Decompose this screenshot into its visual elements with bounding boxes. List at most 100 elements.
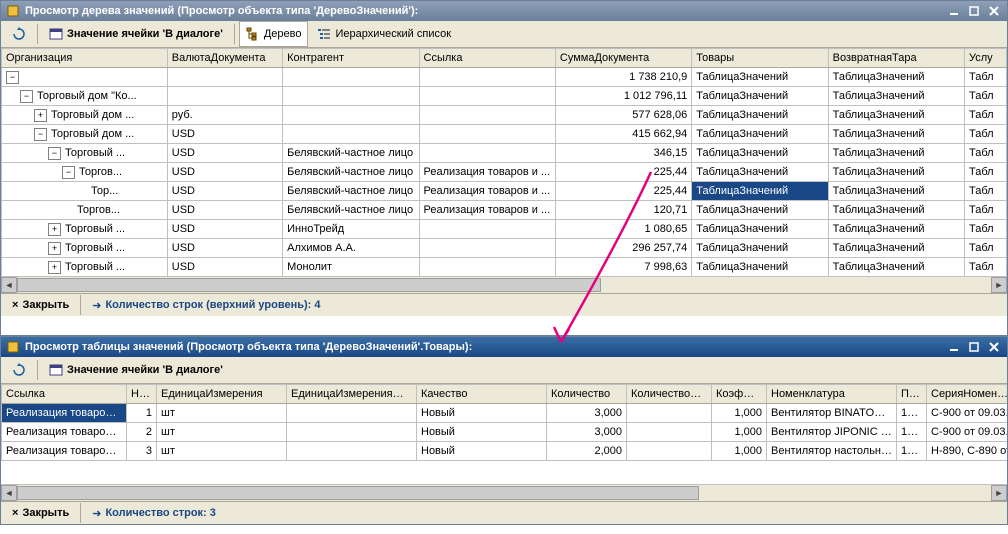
tree-toggle[interactable]: − — [48, 147, 61, 160]
cell-value-button[interactable]: Значение ячейки 'В диалоге' — [42, 357, 230, 383]
tree-toggle[interactable]: + — [48, 242, 61, 255]
row-count-label: Количество строк: 3 — [105, 507, 215, 519]
close-button[interactable] — [985, 3, 1003, 19]
row-count-button[interactable]: ➜ Количество строк (верхний уровень): 4 — [85, 296, 327, 315]
table-row[interactable]: −Торговый дом ...USD415 662,94ТаблицаЗна… — [2, 125, 1007, 144]
tree-toggle[interactable]: − — [34, 128, 47, 141]
column-header[interactable]: Номенклатура — [767, 385, 897, 404]
maximize-button[interactable] — [965, 3, 983, 19]
close-button[interactable] — [985, 339, 1003, 355]
tree-view-button[interactable]: Дерево — [239, 21, 309, 47]
column-header[interactable]: Ссылка — [419, 49, 555, 68]
app-icon — [5, 3, 21, 19]
column-header[interactable]: Товары — [692, 49, 828, 68]
table-row[interactable]: +Торговый ...USDИнноТрейд1 080,65Таблица… — [2, 220, 1007, 239]
org-cell: Торгов... — [77, 204, 120, 216]
column-header[interactable]: Коэффи... — [712, 385, 767, 404]
status-bar: × Закрыть ➜ Количество строк (верхний ур… — [1, 293, 1007, 316]
dialog-icon — [49, 363, 63, 377]
table-row[interactable]: +Торговый ...USDМонолит7 998,63ТаблицаЗн… — [2, 258, 1007, 277]
minimize-button[interactable] — [945, 3, 963, 19]
tree-toggle[interactable]: − — [6, 71, 19, 84]
tree-toggle[interactable]: − — [62, 166, 75, 179]
table-row[interactable]: +Торговый ...USDАлхимов А.А.296 257,74Та… — [2, 239, 1007, 258]
table-row[interactable]: Реализация товаров и ...2штНовый3,0001,0… — [2, 423, 1008, 442]
column-header[interactable]: Ссылка — [2, 385, 127, 404]
table-row[interactable]: Торгов...USDБелявский-частное лицоРеализ… — [2, 201, 1007, 220]
tree-toggle[interactable]: − — [20, 90, 33, 103]
org-cell: Торговый дом "Ко... — [37, 90, 137, 102]
table-grid[interactable]: СсылкаНо...ЕдиницаИзмеренияЕдиницаИзмере… — [1, 384, 1007, 484]
cell-value-button[interactable]: Значение ячейки 'В диалоге' — [42, 21, 230, 47]
table-row[interactable]: −Торгов...USDБелявский-частное лицоРеали… — [2, 163, 1007, 182]
refresh-icon — [12, 27, 26, 41]
org-cell: Торговый ... — [65, 223, 125, 235]
hier-list-label: Иерархический список — [335, 28, 451, 40]
tree-grid[interactable]: ОрганизацияВалютаДокументаКонтрагентСсыл… — [1, 48, 1007, 276]
row-count-button[interactable]: ➜ Количество строк: 3 — [85, 504, 223, 523]
column-header[interactable]: ЕдиницаИзмерения — [157, 385, 287, 404]
maximize-button[interactable] — [965, 339, 983, 355]
arrow-right-icon: ➜ — [92, 299, 101, 312]
column-header[interactable]: Количество — [547, 385, 627, 404]
column-header[interactable]: ВозвратнаяТара — [828, 49, 964, 68]
cell-value-label: Значение ячейки 'В диалоге' — [67, 28, 223, 40]
tree-toggle[interactable]: + — [48, 223, 61, 236]
close-panel-button[interactable]: × Закрыть — [5, 296, 76, 314]
window-title: Просмотр таблицы значений (Просмотр объе… — [25, 341, 472, 353]
column-header[interactable]: ЕдиницаИзмеренияМест — [287, 385, 417, 404]
scroll-left-button[interactable]: ◄ — [1, 485, 17, 501]
column-header[interactable]: Качество — [417, 385, 547, 404]
h-scrollbar[interactable]: ◄ ► — [1, 484, 1007, 501]
toolbar: Значение ячейки 'В диалоге' — [1, 357, 1007, 384]
tree-window: Просмотр дерева значений (Просмотр объек… — [0, 0, 1008, 336]
dialog-icon — [49, 27, 63, 41]
column-header[interactable]: СуммаДокумента — [555, 49, 691, 68]
minimize-button[interactable] — [945, 339, 963, 355]
tree-view-label: Дерево — [264, 28, 302, 40]
table-row[interactable]: Тор...USDБелявский-частное лицоРеализаци… — [2, 182, 1007, 201]
title-bar[interactable]: Просмотр таблицы значений (Просмотр объе… — [1, 337, 1007, 357]
scroll-right-button[interactable]: ► — [991, 485, 1007, 501]
column-header[interactable]: Пр... — [897, 385, 927, 404]
column-header[interactable]: ВалютаДокумента — [167, 49, 282, 68]
tree-toggle[interactable]: + — [34, 109, 47, 122]
table-row[interactable]: −1 738 210,9ТаблицаЗначенийТаблицаЗначен… — [2, 68, 1007, 87]
window-title: Просмотр дерева значений (Просмотр объек… — [25, 5, 418, 17]
scroll-left-button[interactable]: ◄ — [1, 277, 17, 293]
column-header[interactable]: Контрагент — [283, 49, 419, 68]
table-row[interactable]: Реализация товаров и ...1штНовый3,0001,0… — [2, 404, 1008, 423]
org-cell: Торговый дом ... — [51, 128, 134, 140]
close-label: Закрыть — [22, 507, 69, 519]
arrow-right-icon: ➜ — [92, 507, 101, 520]
org-cell: Торговый ... — [65, 242, 125, 254]
refresh-button[interactable] — [5, 21, 33, 47]
org-cell: Торговый дом ... — [51, 109, 134, 121]
table-row[interactable]: −Торговый дом "Ко...1 012 796,11ТаблицаЗ… — [2, 87, 1007, 106]
close-x-icon: × — [12, 299, 18, 311]
scroll-thumb[interactable] — [17, 486, 699, 500]
table-row[interactable]: −Торговый ...USDБелявский-частное лицо34… — [2, 144, 1007, 163]
refresh-button[interactable] — [5, 357, 33, 383]
tree-icon — [246, 27, 260, 41]
scroll-thumb[interactable] — [17, 278, 601, 292]
table-row[interactable]: Реализация товаров и ...3штНовый2,0001,0… — [2, 442, 1008, 461]
column-header[interactable]: КоличествоМ... — [627, 385, 712, 404]
column-header[interactable]: Организация — [2, 49, 168, 68]
row-count-label: Количество строк (верхний уровень): 4 — [105, 299, 320, 311]
table-row[interactable]: +Торговый дом ...руб.577 628,06ТаблицаЗн… — [2, 106, 1007, 125]
h-scrollbar[interactable]: ◄ ► — [1, 276, 1007, 293]
status-bar: × Закрыть ➜ Количество строк: 3 — [1, 501, 1007, 524]
column-header[interactable]: Услу — [965, 49, 1007, 68]
tree-toggle[interactable]: + — [48, 261, 61, 274]
scroll-right-button[interactable]: ► — [991, 277, 1007, 293]
hier-list-button[interactable]: Иерархический список — [310, 21, 458, 47]
org-cell: Тор... — [91, 185, 118, 197]
refresh-icon — [12, 363, 26, 377]
close-x-icon: × — [12, 507, 18, 519]
app-icon — [5, 339, 21, 355]
close-panel-button[interactable]: × Закрыть — [5, 504, 76, 522]
column-header[interactable]: СерияНоменкла — [927, 385, 1008, 404]
title-bar[interactable]: Просмотр дерева значений (Просмотр объек… — [1, 1, 1007, 21]
column-header[interactable]: Но... — [127, 385, 157, 404]
